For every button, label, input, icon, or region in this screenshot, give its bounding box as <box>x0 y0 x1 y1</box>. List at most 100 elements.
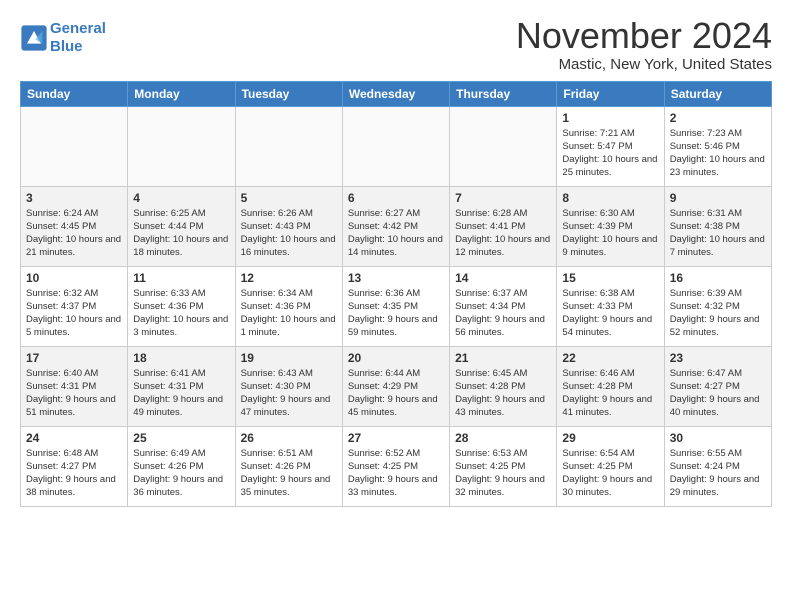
calendar-cell: 4 Sunrise: 6:25 AM Sunset: 4:44 PM Daylig… <box>128 186 235 266</box>
day-number: 24 <box>26 431 122 445</box>
day-info: Sunrise: 6:51 AM Sunset: 4:26 PM Dayligh… <box>241 447 337 500</box>
day-number: 15 <box>562 271 658 285</box>
day-info: Sunrise: 6:36 AM Sunset: 4:35 PM Dayligh… <box>348 287 444 340</box>
day-info: Sunrise: 6:48 AM Sunset: 4:27 PM Dayligh… <box>26 447 122 500</box>
day-info: Sunrise: 6:28 AM Sunset: 4:41 PM Dayligh… <box>455 207 551 260</box>
day-info: Sunrise: 6:53 AM Sunset: 4:25 PM Dayligh… <box>455 447 551 500</box>
day-number: 6 <box>348 191 444 205</box>
calendar-cell: 26Sunrise: 6:51 AM Sunset: 4:26 PM Dayli… <box>235 426 342 506</box>
day-number: 10 <box>26 271 122 285</box>
day-number: 8 <box>562 191 658 205</box>
day-info: Sunrise: 7:21 AM Sunset: 5:47 PM Dayligh… <box>562 127 658 180</box>
calendar-cell <box>342 106 449 186</box>
calendar-cell: 20Sunrise: 6:44 AM Sunset: 4:29 PM Dayli… <box>342 346 449 426</box>
day-info: Sunrise: 6:45 AM Sunset: 4:28 PM Dayligh… <box>455 367 551 420</box>
day-info: Sunrise: 6:52 AM Sunset: 4:25 PM Dayligh… <box>348 447 444 500</box>
day-number: 25 <box>133 431 229 445</box>
calendar-cell: 24 Sunrise: 6:48 AM Sunset: 4:27 PM Dayli… <box>21 426 128 506</box>
day-number: 18 <box>133 351 229 365</box>
day-number: 23 <box>670 351 766 365</box>
calendar-cell <box>450 106 557 186</box>
calendar-cell: 13 Sunrise: 6:36 AM Sunset: 4:35 PM Dayli… <box>342 266 449 346</box>
logo: General Blue <box>20 20 106 56</box>
calendar-week-row: 17 Sunrise: 6:40 AM Sunset: 4:31 PM Dayli… <box>21 346 772 426</box>
day-info: Sunrise: 6:33 AM Sunset: 4:36 PM Dayligh… <box>133 287 229 340</box>
calendar-cell <box>21 106 128 186</box>
calendar-table: SundayMondayTuesdayWednesdayThursdayFrid… <box>20 81 772 507</box>
calendar-cell: 22 Sunrise: 6:46 AM Sunset: 4:28 PM Dayli… <box>557 346 664 426</box>
day-number: 28 <box>455 431 551 445</box>
day-info: Sunrise: 6:37 AM Sunset: 4:34 PM Dayligh… <box>455 287 551 340</box>
day-number: 27 <box>348 431 444 445</box>
day-info: Sunrise: 6:54 AM Sunset: 4:25 PM Dayligh… <box>562 447 658 500</box>
calendar-cell: 1 Sunrise: 7:21 AM Sunset: 5:47 PM Daylig… <box>557 106 664 186</box>
day-number: 30 <box>670 431 766 445</box>
logo-icon <box>20 24 48 52</box>
day-info: Sunrise: 6:49 AM Sunset: 4:26 PM Dayligh… <box>133 447 229 500</box>
weekday-header-monday: Monday <box>128 81 235 106</box>
day-info: Sunrise: 6:38 AM Sunset: 4:33 PM Dayligh… <box>562 287 658 340</box>
calendar-cell: 14 Sunrise: 6:37 AM Sunset: 4:34 PM Dayli… <box>450 266 557 346</box>
calendar-cell: 18Sunrise: 6:41 AM Sunset: 4:31 PM Dayli… <box>128 346 235 426</box>
weekday-header-wednesday: Wednesday <box>342 81 449 106</box>
calendar-cell: 29 Sunrise: 6:54 AM Sunset: 4:25 PM Dayli… <box>557 426 664 506</box>
weekday-header-saturday: Saturday <box>664 81 771 106</box>
day-number: 4 <box>133 191 229 205</box>
day-info: Sunrise: 6:30 AM Sunset: 4:39 PM Dayligh… <box>562 207 658 260</box>
day-number: 14 <box>455 271 551 285</box>
calendar-week-row: 24 Sunrise: 6:48 AM Sunset: 4:27 PM Dayli… <box>21 426 772 506</box>
calendar-week-row: 10 Sunrise: 6:32 AM Sunset: 4:37 PM Dayli… <box>21 266 772 346</box>
weekday-header-thursday: Thursday <box>450 81 557 106</box>
day-number: 21 <box>455 351 551 365</box>
calendar-cell: 30Sunrise: 6:55 AM Sunset: 4:24 PM Dayli… <box>664 426 771 506</box>
calendar-week-row: 1 Sunrise: 7:21 AM Sunset: 5:47 PM Daylig… <box>21 106 772 186</box>
day-number: 13 <box>348 271 444 285</box>
day-number: 9 <box>670 191 766 205</box>
weekday-header-row: SundayMondayTuesdayWednesdayThursdayFrid… <box>21 81 772 106</box>
day-info: Sunrise: 6:24 AM Sunset: 4:45 PM Dayligh… <box>26 207 122 260</box>
calendar-cell <box>128 106 235 186</box>
day-number: 7 <box>455 191 551 205</box>
calendar-cell: 10 Sunrise: 6:32 AM Sunset: 4:37 PM Dayli… <box>21 266 128 346</box>
page: General Blue November 2024 Mastic, New Y… <box>0 0 792 517</box>
calendar-cell: 25 Sunrise: 6:49 AM Sunset: 4:26 PM Dayli… <box>128 426 235 506</box>
day-info: Sunrise: 6:44 AM Sunset: 4:29 PM Dayligh… <box>348 367 444 420</box>
calendar-cell: 8 Sunrise: 6:30 AM Sunset: 4:39 PM Daylig… <box>557 186 664 266</box>
calendar-cell: 27 Sunrise: 6:52 AM Sunset: 4:25 PM Dayli… <box>342 426 449 506</box>
weekday-header-sunday: Sunday <box>21 81 128 106</box>
day-number: 3 <box>26 191 122 205</box>
day-number: 1 <box>562 111 658 125</box>
calendar-cell: 7 Sunrise: 6:28 AM Sunset: 4:41 PM Daylig… <box>450 186 557 266</box>
weekday-header-friday: Friday <box>557 81 664 106</box>
weekday-header-tuesday: Tuesday <box>235 81 342 106</box>
day-info: Sunrise: 6:25 AM Sunset: 4:44 PM Dayligh… <box>133 207 229 260</box>
day-info: Sunrise: 6:40 AM Sunset: 4:31 PM Dayligh… <box>26 367 122 420</box>
calendar-cell: 15 Sunrise: 6:38 AM Sunset: 4:33 PM Dayli… <box>557 266 664 346</box>
calendar-cell: 17 Sunrise: 6:40 AM Sunset: 4:31 PM Dayli… <box>21 346 128 426</box>
calendar-cell: 3 Sunrise: 6:24 AM Sunset: 4:45 PM Daylig… <box>21 186 128 266</box>
day-info: Sunrise: 6:43 AM Sunset: 4:30 PM Dayligh… <box>241 367 337 420</box>
calendar-cell: 2Sunrise: 7:23 AM Sunset: 5:46 PM Daylig… <box>664 106 771 186</box>
day-info: Sunrise: 6:47 AM Sunset: 4:27 PM Dayligh… <box>670 367 766 420</box>
day-info: Sunrise: 6:34 AM Sunset: 4:36 PM Dayligh… <box>241 287 337 340</box>
day-number: 29 <box>562 431 658 445</box>
month-title: November 2024 <box>516 16 772 56</box>
day-info: Sunrise: 6:27 AM Sunset: 4:42 PM Dayligh… <box>348 207 444 260</box>
calendar-cell: 28 Sunrise: 6:53 AM Sunset: 4:25 PM Dayli… <box>450 426 557 506</box>
day-number: 16 <box>670 271 766 285</box>
calendar-cell: 21 Sunrise: 6:45 AM Sunset: 4:28 PM Dayli… <box>450 346 557 426</box>
calendar-cell <box>235 106 342 186</box>
day-number: 12 <box>241 271 337 285</box>
calendar-cell: 23 Sunrise: 6:47 AM Sunset: 4:27 PM Dayli… <box>664 346 771 426</box>
day-info: Sunrise: 6:32 AM Sunset: 4:37 PM Dayligh… <box>26 287 122 340</box>
day-number: 2 <box>670 111 766 125</box>
day-number: 17 <box>26 351 122 365</box>
day-info: Sunrise: 6:31 AM Sunset: 4:38 PM Dayligh… <box>670 207 766 260</box>
day-info: Sunrise: 6:26 AM Sunset: 4:43 PM Dayligh… <box>241 207 337 260</box>
day-info: Sunrise: 6:39 AM Sunset: 4:32 PM Dayligh… <box>670 287 766 340</box>
header: General Blue November 2024 Mastic, New Y… <box>20 16 772 73</box>
day-number: 22 <box>562 351 658 365</box>
calendar-cell: 5Sunrise: 6:26 AM Sunset: 4:43 PM Daylig… <box>235 186 342 266</box>
day-info: Sunrise: 6:46 AM Sunset: 4:28 PM Dayligh… <box>562 367 658 420</box>
logo-text: General Blue <box>50 20 106 56</box>
